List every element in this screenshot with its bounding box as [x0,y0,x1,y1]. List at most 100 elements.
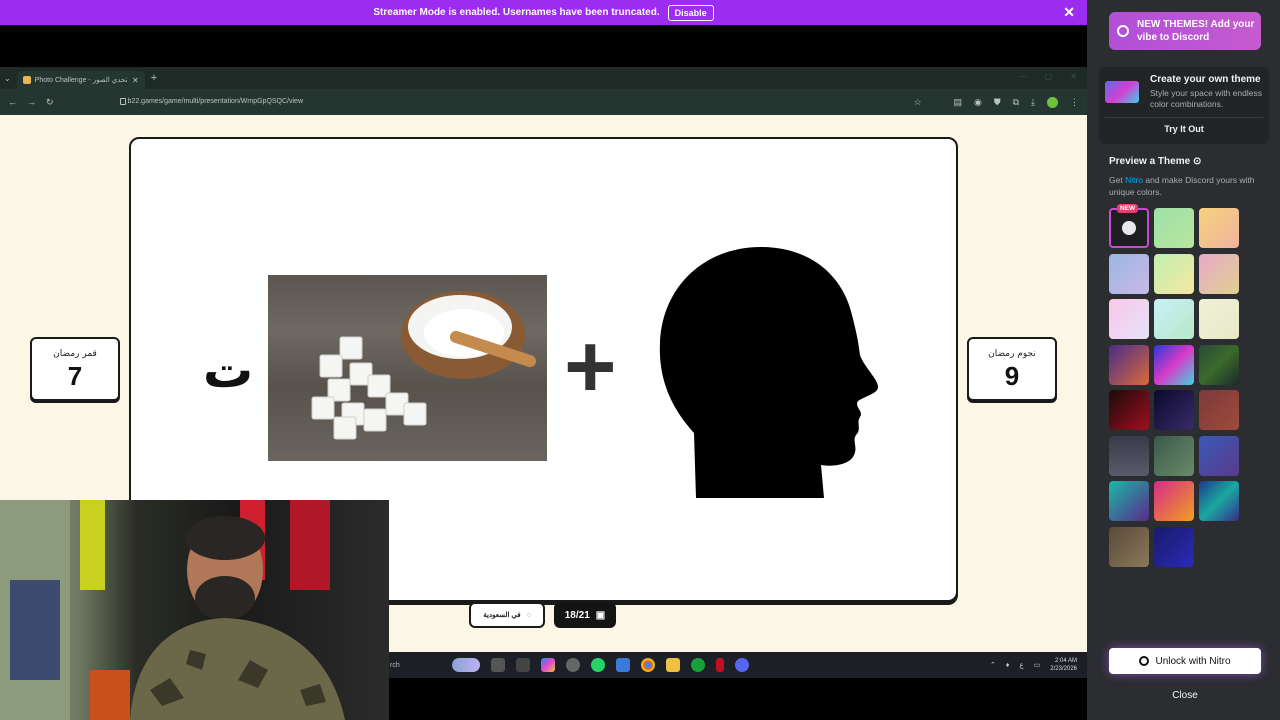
sugar-image [268,275,547,461]
close-window-icon[interactable]: ✕ [1070,72,1077,81]
team-score-card-right: نجوم رمضان 9 [967,337,1057,401]
close-button[interactable]: Close [1109,686,1261,706]
theme-swatch[interactable] [1199,299,1239,339]
chevron-up-icon[interactable]: ⌃ [990,661,996,669]
minimize-icon[interactable]: — [1019,72,1027,81]
taskbar-clock[interactable]: 2:04 AM 2/23/2026 [1050,657,1077,673]
try-it-out-button[interactable]: Try It Out [1105,117,1263,139]
browser-tab[interactable]: Photo Challenge - تحدي الصور ✕ [16,71,145,89]
shield-icon[interactable]: ⛊ [994,97,1001,108]
chatgpt-icon[interactable] [566,658,580,672]
site-info-icon[interactable] [119,98,126,105]
app-icon[interactable] [516,658,530,672]
banner-message: Streamer Mode is enabled. Usernames have… [373,7,660,18]
theme-swatch[interactable] [1109,253,1149,294]
whatsapp-icon[interactable] [591,658,605,672]
menu-icon[interactable]: ⋮ [1070,97,1079,108]
palette-icon [1122,221,1136,235]
webcam-person-image [0,500,345,720]
question-progress: 18/21 ▣ [554,602,616,628]
address-bar[interactable]: b22.games/game/multi/presentation/WmpGpQ… [63,94,904,110]
widgets-icon[interactable] [452,658,480,672]
theme-swatch[interactable] [1154,481,1194,521]
theme-swatch[interactable] [1154,299,1194,339]
theme-swatch[interactable] [1199,253,1239,294]
browser-tab-bar: ⌄ Photo Challenge - تحدي الصور ✕ + — ▢ ✕ [0,67,1087,89]
preview-theme-description: Get Nitro and make Discord yours with un… [1109,174,1269,198]
new-badge: NEW [1117,204,1139,213]
bookmark-star-icon[interactable]: ☆ [914,97,922,108]
microphone-icon[interactable]: ♦ [1006,662,1010,669]
streamer-mode-banner: Streamer Mode is enabled. Usernames have… [0,0,1087,25]
tab-title: Photo Challenge - تحدي الصور [34,77,128,84]
taskbar-search[interactable]: rch [390,662,400,669]
theme-swatch[interactable] [1109,435,1149,476]
unlock-label: Unlock with Nitro [1155,655,1231,667]
new-tab-icon[interactable]: + [151,72,157,84]
theme-swatch[interactable] [1199,390,1239,430]
theme-swatch[interactable] [1199,344,1239,385]
clock-time: 2:04 AM [1054,658,1077,664]
window-controls: — ▢ ✕ [1019,72,1077,81]
back-icon[interactable]: ← [8,97,17,107]
puzzle-icon[interactable]: ⧉ [1013,97,1019,108]
url-text: b22.games/game/multi/presentation/WmpGpQ… [127,98,304,105]
team-score-card-left: قمر رمضان 7 [30,337,120,401]
theme-swatch[interactable] [1109,344,1149,385]
theme-swatch[interactable] [1199,435,1239,476]
theme-swatch[interactable] [1154,526,1194,567]
chrome-icon[interactable] [641,658,655,672]
language-icon[interactable]: ع [1019,661,1023,669]
theme-swatch[interactable] [1154,344,1194,385]
task-view-icon[interactable] [491,658,505,672]
new-themes-promo[interactable]: NEW THEMES! Add your vibe to Discord [1109,12,1261,50]
extension-icon[interactable]: ◉ [974,97,982,108]
team-score: 7 [67,361,83,391]
xbox-icon[interactable] [691,658,705,672]
puzzle-letter: ت [203,341,254,399]
unlock-with-nitro-button[interactable]: Unlock with Nitro [1109,648,1261,674]
sugar-bowl-illustration [311,291,537,440]
theme-swatch[interactable] [1154,390,1194,430]
webcam-feed [0,500,389,720]
app-icon[interactable] [716,658,724,672]
close-tab-icon[interactable]: ✕ [132,76,139,85]
profile-avatar[interactable] [1047,96,1058,108]
theme-swatch[interactable] [1154,435,1194,476]
network-icon[interactable]: ▭ [1034,661,1041,669]
theme-swatch[interactable] [1199,481,1239,521]
preview-theme-title-text: Preview a Theme [1109,156,1191,167]
maximize-icon[interactable]: ▢ [1045,72,1053,81]
tab-list-icon[interactable]: ⌄ [4,74,11,83]
country-button[interactable]: في السعودية ◌ [469,602,545,628]
reload-icon[interactable]: ↻ [46,97,54,108]
download-icon[interactable]: ⤓ [1031,97,1035,108]
theme-swatch[interactable] [1109,526,1149,567]
create-theme-description: Style your space with endless color comb… [1150,88,1262,109]
head-silhouette-image [656,243,886,503]
promo-text: NEW THEMES! Add your vibe to Discord [1137,19,1255,43]
forward-icon[interactable]: → [27,97,36,107]
theme-swatch[interactable] [1154,253,1194,294]
store-icon[interactable] [616,658,630,672]
copilot-icon[interactable] [541,658,555,672]
nitro-link[interactable]: Nitro [1125,175,1143,185]
progress-text: 18/21 [564,609,590,621]
theme-swatch[interactable] [1109,481,1149,521]
close-icon[interactable]: ✕ [1063,4,1075,21]
custom-theme-swatch[interactable] [1109,208,1149,248]
disable-streamer-mode-button[interactable]: Disable [667,4,714,21]
discord-icon[interactable] [735,658,749,672]
nitro-icon [1117,25,1129,37]
clock-date: 2/23/2026 [1050,666,1077,672]
team-score: 9 [1004,361,1020,391]
extension-icon[interactable]: ▤ [953,97,962,108]
create-theme-card: Create your own theme Style your space w… [1099,67,1269,144]
theme-swatch[interactable] [1109,299,1149,339]
theme-swatch[interactable] [1199,208,1239,248]
theme-swatch[interactable] [1154,208,1194,248]
system-tray: ⌃ ♦ ع ▭ 2:04 AM 2/23/2026 [990,657,1077,673]
file-explorer-icon[interactable] [666,658,680,672]
image-icon: ▣ [595,609,606,621]
theme-swatch[interactable] [1109,390,1149,430]
